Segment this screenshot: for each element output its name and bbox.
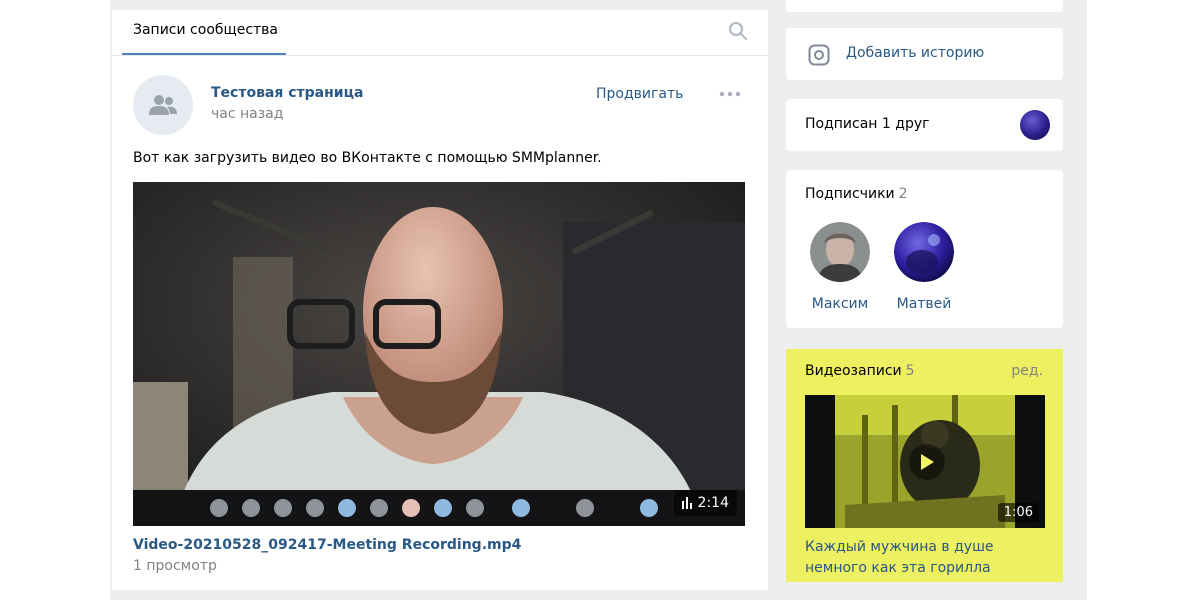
sidebar-card-top: [786, 0, 1063, 12]
post-video-player[interactable]: 2:14: [133, 182, 745, 526]
video-views: 1 просмотр: [133, 558, 217, 574]
stats-icon: [681, 497, 692, 509]
page-margin-right: [1087, 0, 1200, 600]
subscribers-title[interactable]: Подписчики 2: [805, 186, 908, 202]
subscribers-count: 2: [898, 186, 908, 202]
subscribers-title-label: Подписчики: [805, 186, 895, 202]
tab-community-posts[interactable]: Записи сообщества: [133, 10, 278, 56]
group-icon: [149, 95, 177, 115]
friend-avatar[interactable]: [1020, 110, 1050, 140]
videos-edit-link[interactable]: ред.: [1011, 363, 1043, 379]
post-text: Вот как загрузить видео во ВКонтакте с п…: [133, 150, 602, 166]
videos-card: Видеозаписи 5 ред. 1:06 Каждый мужчина в …: [786, 349, 1063, 582]
more-options-icon[interactable]: [718, 88, 742, 100]
post-author-link[interactable]: Тестовая страница: [211, 85, 363, 101]
subscriber-maxim[interactable]: Максим: [800, 222, 880, 312]
subscriber-matvey[interactable]: Матвей: [884, 222, 964, 312]
videos-title[interactable]: Видеозаписи 5: [805, 363, 915, 379]
play-button[interactable]: [909, 444, 945, 480]
search-icon[interactable]: [728, 21, 748, 41]
avatar: [810, 222, 870, 282]
active-tab-underline: [122, 53, 286, 55]
video-duration: 2:14: [697, 495, 729, 511]
add-story-button[interactable]: Добавить историю: [786, 28, 1063, 80]
subscriber-name: Максим: [811, 296, 869, 312]
story-icon: [808, 44, 830, 66]
post-timestamp[interactable]: час назад: [211, 106, 283, 122]
wall-tabs: Записи сообщества: [112, 10, 768, 56]
friends-following-label: Подписан 1 друг: [805, 116, 930, 132]
community-wall: Записи сообщества Тестовая страница час …: [112, 10, 768, 590]
sidebar-video-thumbnail[interactable]: 1:06: [805, 395, 1045, 528]
videos-count: 5: [905, 363, 915, 379]
video-duration-badge: 2:14: [673, 490, 737, 516]
page-margin-left: [0, 0, 110, 600]
community-avatar[interactable]: [133, 75, 193, 135]
subscriber-name: Матвей: [896, 296, 952, 312]
video-preview-frame: [133, 182, 745, 526]
add-story-label: Добавить историю: [846, 45, 985, 61]
avatar: [894, 222, 954, 282]
play-icon: [921, 454, 934, 470]
post-header: Тестовая страница час назад Продвигать: [112, 56, 768, 136]
videos-title-label: Видеозаписи: [805, 363, 902, 379]
sidebar-video-title-link[interactable]: Каждый мужчина в душе немного как эта го…: [805, 537, 1045, 579]
video-title-link[interactable]: Video-20210528_092417-Meeting Recording.…: [133, 537, 521, 553]
subscribers-card: Подписчики 2 Максим Матвей: [786, 170, 1063, 328]
friends-following-card[interactable]: Подписан 1 друг: [786, 99, 1063, 151]
promote-button[interactable]: Продвигать: [596, 86, 683, 102]
sidebar-video-duration: 1:06: [997, 503, 1039, 522]
